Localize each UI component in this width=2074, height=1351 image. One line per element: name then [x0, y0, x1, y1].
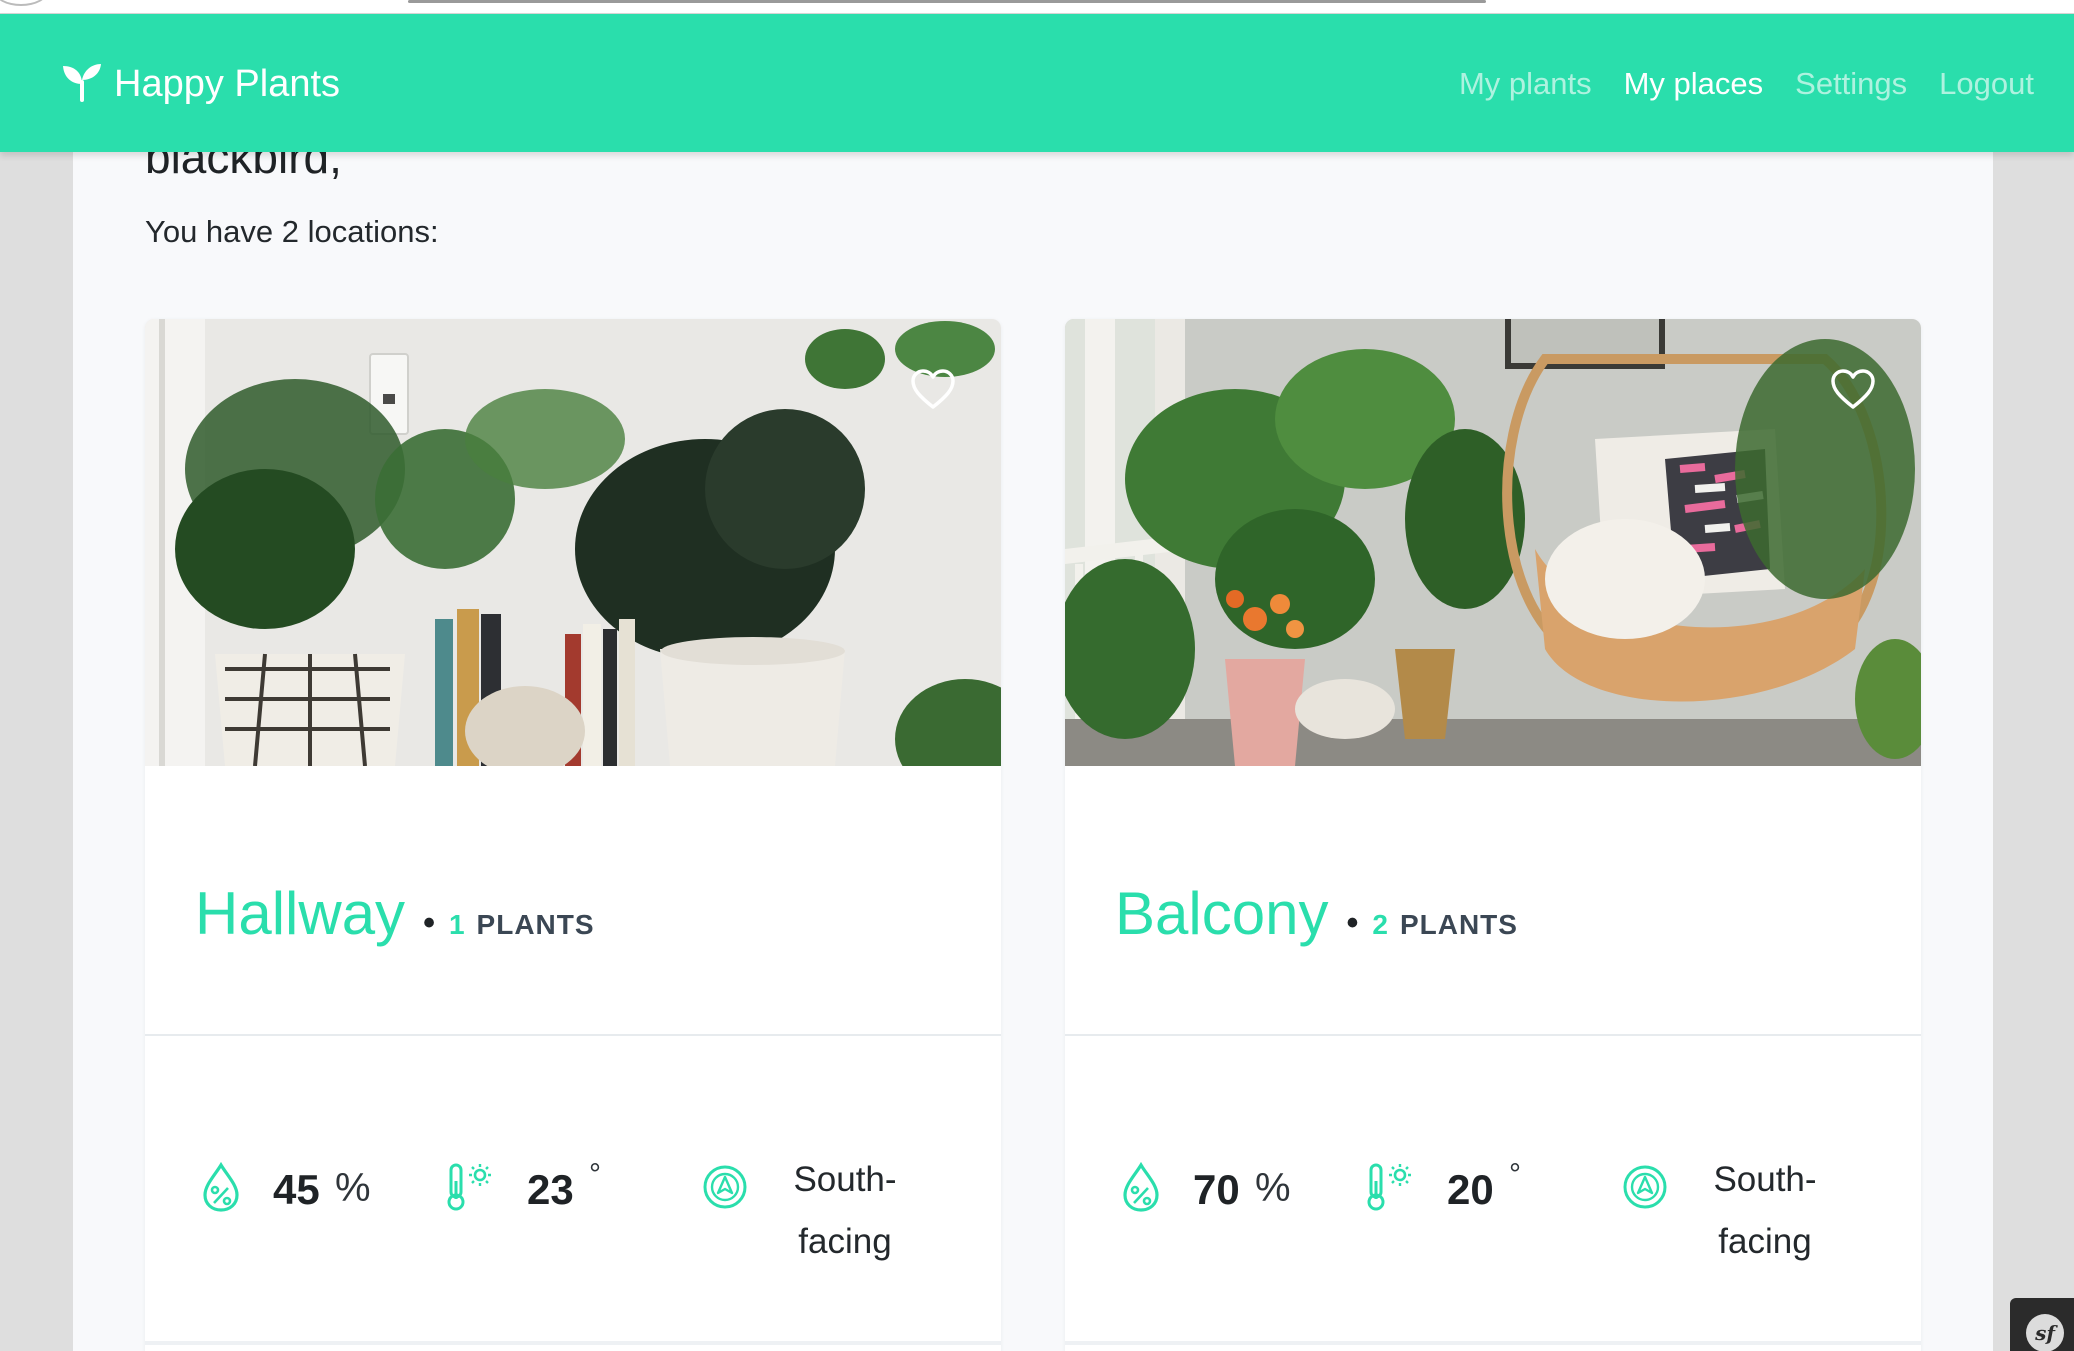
- location-card-hallway[interactable]: Hallway • 1 PLANTS 45 % 23 ° South-facin…: [145, 319, 1001, 1351]
- card-bottom-divider: [145, 1341, 1001, 1345]
- location-stats: 45 % 23 ° South-facing: [145, 1036, 1001, 1336]
- humidity-drop-icon: [1117, 1161, 1165, 1213]
- plant-count: 2: [1372, 909, 1388, 940]
- nav-my-places[interactable]: My places: [1624, 66, 1764, 102]
- humidity-drop-icon: [197, 1161, 245, 1213]
- debug-toolbar-toggle[interactable]: sf: [2010, 1298, 2074, 1351]
- main-nav: My plants My places Settings Logout: [1427, 58, 2034, 110]
- humidity-unit: %: [1255, 1166, 1291, 1210]
- facing-direction: South-facing: [793, 1160, 897, 1261]
- browser-top-bar: [0, 0, 2074, 14]
- nav-logout[interactable]: Logout: [1939, 66, 2034, 102]
- location-name[interactable]: Hallway: [195, 879, 405, 948]
- nav-my-plants[interactable]: My plants: [1459, 66, 1592, 102]
- nav-settings[interactable]: Settings: [1795, 66, 1907, 102]
- card-title-row: Balcony • 2 PLANTS: [1115, 879, 1518, 948]
- temperature-unit: °: [589, 1158, 601, 1191]
- favorite-button[interactable]: [1829, 367, 1877, 411]
- thermometer-sun-icon: [1365, 1161, 1413, 1213]
- heart-outline-icon: [1829, 367, 1877, 411]
- top-navbar: Happy Plants My plants My places Setting…: [0, 14, 2074, 152]
- compass-icon: [1621, 1161, 1669, 1213]
- symfony-logo-icon: sf: [2026, 1314, 2064, 1351]
- sprout-icon: [60, 60, 104, 109]
- separator-dot: •: [1346, 904, 1359, 942]
- heart-outline-icon: [909, 367, 957, 411]
- facing-direction: South-facing: [1713, 1160, 1817, 1261]
- locations-count-text: You have 2 locations:: [145, 214, 439, 249]
- brand-name: Happy Plants: [114, 62, 341, 105]
- location-photo-balcony: [1065, 319, 1921, 766]
- location-card-balcony[interactable]: Balcony • 2 PLANTS 70 % 20 ° South-facin…: [1065, 319, 1921, 1351]
- temperature-value: 20: [1447, 1166, 1494, 1213]
- location-name[interactable]: Balcony: [1115, 879, 1328, 948]
- humidity-unit: %: [335, 1166, 371, 1210]
- location-stats: 70 % 20 ° South-facing: [1065, 1036, 1921, 1336]
- location-photo-hallway: [145, 319, 1001, 766]
- browser-tab-fragment: [0, 0, 48, 6]
- humidity-value: 70: [1193, 1166, 1240, 1213]
- card-bottom-divider: [1065, 1341, 1921, 1345]
- temperature-value: 23: [527, 1166, 574, 1213]
- plant-count: 1: [448, 909, 465, 940]
- brand-link[interactable]: Happy Plants: [60, 58, 340, 110]
- card-title-row: Hallway • 1 PLANTS: [195, 879, 595, 948]
- compass-icon: [701, 1161, 749, 1213]
- separator-dot: •: [423, 904, 435, 942]
- plants-label: PLANTS: [1399, 909, 1518, 940]
- favorite-button[interactable]: [909, 367, 957, 411]
- horizontal-scrollbar[interactable]: [408, 0, 1486, 3]
- humidity-value: 45: [273, 1166, 320, 1213]
- thermometer-sun-icon: [445, 1161, 493, 1213]
- temperature-unit: °: [1509, 1158, 1521, 1191]
- plants-label: PLANTS: [476, 909, 595, 940]
